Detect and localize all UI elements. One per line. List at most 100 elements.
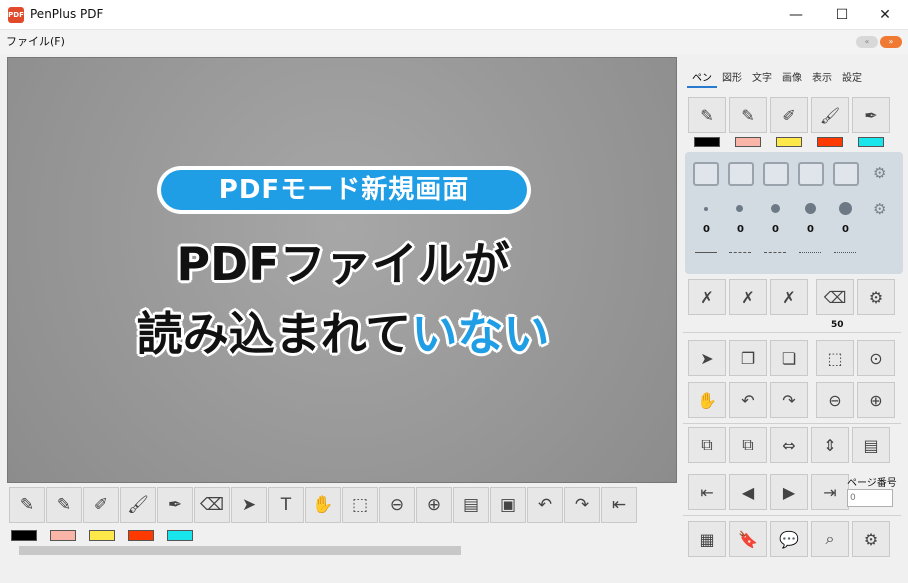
page-fit-icon[interactable]: ▤	[453, 487, 489, 523]
swatch-yellow[interactable]	[89, 530, 115, 541]
color-slot-1[interactable]	[693, 162, 719, 186]
fit-width-icon[interactable]: ⇔	[770, 427, 808, 463]
pen-1-icon[interactable]: ✎	[9, 487, 45, 523]
thumbnail-icon[interactable]: ▦	[688, 521, 726, 557]
swatch-pink[interactable]	[735, 137, 761, 147]
undo-icon[interactable]: ↶	[527, 487, 563, 523]
swatch-cyan[interactable]	[167, 530, 193, 541]
color-slot-2[interactable]	[728, 162, 754, 186]
send-back-icon[interactable]: ❏	[770, 340, 808, 376]
first-page-icon[interactable]: ⇤	[688, 474, 726, 510]
pointer-icon[interactable]: ➤	[688, 340, 726, 376]
swatch-cyan[interactable]	[858, 137, 884, 147]
zoom-in-icon[interactable]: ⊕	[416, 487, 452, 523]
page-number-input[interactable]: 0	[847, 489, 893, 507]
search-icon[interactable]: ⌕	[811, 521, 849, 557]
line-style-solid[interactable]	[695, 252, 717, 253]
menu-file[interactable]: ファイル(F)	[6, 33, 65, 49]
pen-1-icon[interactable]: ✎	[688, 97, 726, 133]
copy-page-icon[interactable]: ⧉	[688, 427, 726, 463]
width-dot-4[interactable]	[805, 203, 816, 214]
close-button[interactable]: ✕	[862, 0, 908, 30]
maximize-button[interactable]: ☐	[819, 0, 865, 30]
width-dot-2[interactable]	[736, 205, 743, 212]
mode-badge: PDFモード新規画面	[157, 166, 531, 214]
prev-page-icon[interactable]: ◀	[729, 474, 767, 510]
gear-icon[interactable]: ⚙	[873, 164, 886, 182]
eraser-icon[interactable]: ⌫	[194, 487, 230, 523]
color-slot-4[interactable]	[798, 162, 824, 186]
tab-settings[interactable]: 設定	[837, 70, 867, 88]
last-page-icon[interactable]: ⇥	[811, 474, 849, 510]
swatch-red[interactable]	[817, 137, 843, 147]
settings-icon[interactable]: ⚙	[852, 521, 890, 557]
pdf-canvas[interactable]: PDFモード新規画面 PDFファイルが 読み込まれていない	[7, 57, 677, 483]
tab-shape[interactable]: 図形	[717, 70, 747, 88]
bookmark-icon[interactable]: 🔖	[729, 521, 767, 557]
comment-icon[interactable]: 💬	[770, 521, 808, 557]
pen-2-icon[interactable]: ✎	[729, 97, 767, 133]
zoom-in-icon[interactable]: ⊕	[857, 382, 895, 418]
marker-icon[interactable]: ✐	[83, 487, 119, 523]
marker-icon[interactable]: ✐	[770, 97, 808, 133]
delete-all-icon[interactable]: ✗	[770, 279, 808, 315]
tab-view[interactable]: 表示	[807, 70, 837, 88]
swatch-pink[interactable]	[50, 530, 76, 541]
color-slot-5[interactable]	[833, 162, 859, 186]
redo-icon[interactable]: ↷	[564, 487, 600, 523]
color-slot-3[interactable]	[763, 162, 789, 186]
delete-page-pen-icon[interactable]: ✗	[729, 279, 767, 315]
insert-image-icon[interactable]: ▣	[490, 487, 526, 523]
pen-2-icon[interactable]: ✎	[46, 487, 82, 523]
width-dot-5[interactable]	[839, 202, 852, 215]
line-style-dashed[interactable]	[729, 252, 751, 253]
horizontal-scroll-thumb[interactable]	[19, 546, 461, 555]
hand-icon[interactable]: ✋	[305, 487, 341, 523]
paste-page-icon[interactable]: ⧉	[729, 427, 767, 463]
swatch-red[interactable]	[128, 530, 154, 541]
gear-icon[interactable]: ⚙	[873, 200, 886, 218]
collapse-panel-button[interactable]: «	[856, 36, 878, 48]
next-page-icon[interactable]: ▶	[770, 474, 808, 510]
line-style-dashdot[interactable]	[834, 252, 856, 253]
brush-icon[interactable]: 🖌	[811, 97, 849, 133]
first-page-icon[interactable]: ⇤	[601, 487, 637, 523]
width-dot-1[interactable]	[704, 207, 708, 211]
text-pen-icon[interactable]: ✒	[852, 97, 890, 133]
line-style-dashed-2[interactable]	[764, 252, 786, 253]
hand-icon[interactable]: ✋	[688, 382, 726, 418]
width-value: 0	[772, 224, 779, 235]
swatch-black[interactable]	[694, 137, 720, 147]
eraser-settings-icon[interactable]: ⚙	[857, 279, 895, 315]
swatch-black[interactable]	[11, 530, 37, 541]
width-value: 0	[737, 224, 744, 235]
select-area-icon[interactable]: ⬚	[342, 487, 378, 523]
fit-height-icon[interactable]: ⇕	[811, 427, 849, 463]
swatch-yellow[interactable]	[776, 137, 802, 147]
undo-icon[interactable]: ↶	[729, 382, 767, 418]
eraser-icon[interactable]: ⌫	[816, 279, 854, 315]
zoom-out-icon[interactable]: ⊖	[379, 487, 415, 523]
tab-pen[interactable]: ペン	[687, 70, 717, 88]
tab-image[interactable]: 画像	[777, 70, 807, 88]
delete-pen-icon[interactable]: ✗	[688, 279, 726, 315]
minimize-button[interactable]: —	[773, 0, 819, 30]
target-icon[interactable]: ⊙	[857, 340, 895, 376]
pointer-icon[interactable]: ➤	[231, 487, 267, 523]
redo-icon[interactable]: ↷	[770, 382, 808, 418]
pen-settings-panel: ⚙ ⚙ 0 0 0 0 0	[685, 152, 903, 274]
divider	[683, 332, 901, 333]
text-pen-icon[interactable]: ✒	[157, 487, 193, 523]
expand-panel-button[interactable]: »	[880, 36, 902, 48]
line-style-dotted[interactable]	[799, 252, 821, 253]
tab-text[interactable]: 文字	[747, 70, 777, 88]
width-dot-3[interactable]	[771, 204, 780, 213]
bring-front-icon[interactable]: ❐	[729, 340, 767, 376]
actual-size-icon[interactable]: ▤	[852, 427, 890, 463]
text-tool-icon[interactable]: T	[268, 487, 304, 523]
horizontal-scrollbar[interactable]	[7, 542, 667, 559]
select-area-icon[interactable]: ⬚	[816, 340, 854, 376]
brush-icon[interactable]: 🖌	[120, 487, 156, 523]
divider	[683, 515, 901, 516]
zoom-out-icon[interactable]: ⊖	[816, 382, 854, 418]
